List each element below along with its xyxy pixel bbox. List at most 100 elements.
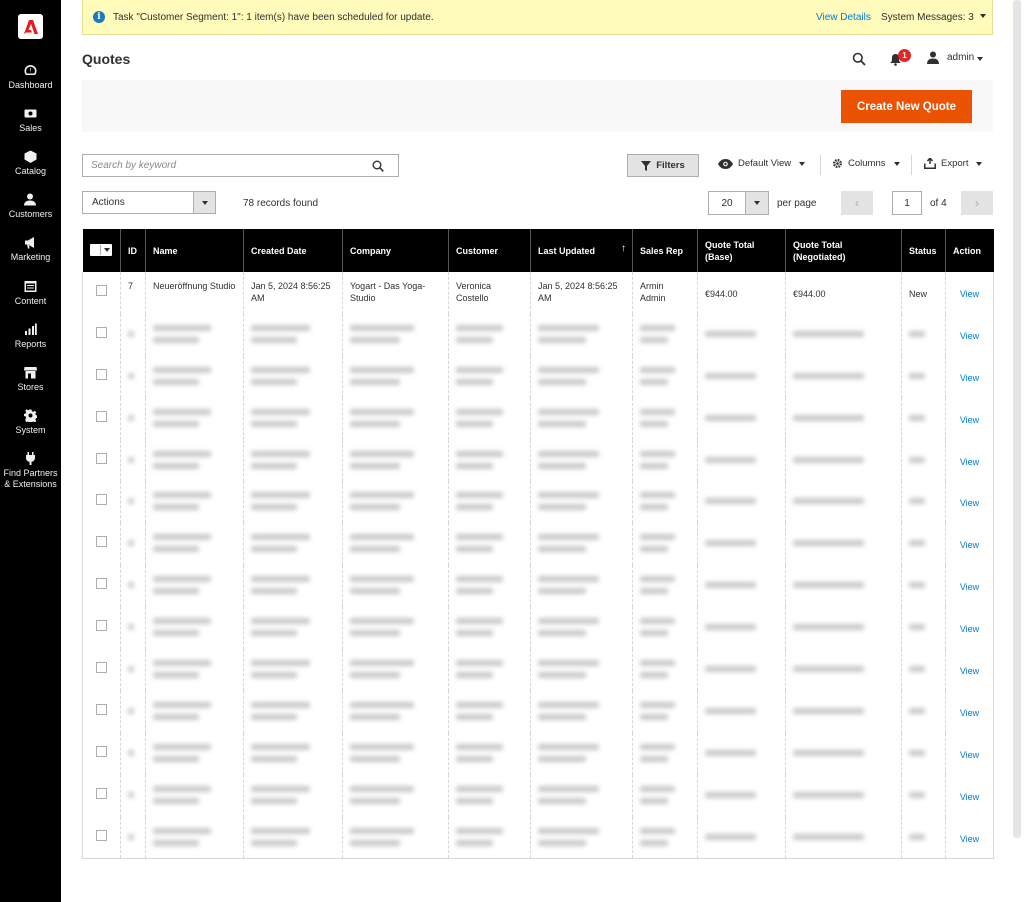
obscured-text: [909, 624, 925, 631]
cell-customer: [448, 816, 531, 859]
row-checkbox[interactable]: [96, 536, 107, 548]
obscured-text: [153, 366, 212, 373]
row-checkbox-cell: [82, 565, 121, 608]
system-messages-toggle[interactable]: System Messages: 3: [881, 12, 974, 23]
admin-user-menu[interactable]: admin: [947, 52, 974, 63]
row-checkbox[interactable]: [96, 787, 107, 799]
row-checkbox[interactable]: [96, 285, 107, 296]
export-dropdown[interactable]: Export: [924, 158, 983, 169]
sidebar-item-catalog[interactable]: Catalog: [0, 150, 61, 177]
columns-dropdown[interactable]: Columns: [832, 158, 900, 169]
column-header-action: Action: [945, 229, 994, 272]
row-checkbox[interactable]: [96, 494, 107, 506]
view-link[interactable]: View: [960, 665, 979, 677]
cell-sales-rep: [632, 313, 698, 356]
chevron-down-icon[interactable]: [977, 57, 983, 61]
obscured-text: [350, 408, 414, 415]
chevron-down-icon[interactable]: [193, 192, 215, 213]
view-link[interactable]: View: [960, 288, 979, 300]
obscured-text: [640, 366, 675, 373]
view-link[interactable]: View: [960, 707, 979, 719]
quote-total-base-value: €944.00: [705, 289, 738, 299]
sidebar-item-reports[interactable]: Reports: [0, 323, 61, 350]
column-header-quote-total-negotiated[interactable]: Quote Total (Negotiated): [785, 229, 902, 272]
mass-actions-select[interactable]: Actions: [82, 191, 216, 214]
view-link[interactable]: View: [960, 372, 979, 384]
view-link[interactable]: View: [960, 497, 979, 509]
column-header-status[interactable]: Status: [901, 229, 946, 272]
table-row: View: [82, 397, 994, 440]
search-input[interactable]: [83, 155, 363, 176]
view-link[interactable]: View: [960, 833, 979, 845]
sidebar-item-content[interactable]: Content: [0, 280, 61, 307]
sidebar-item-stores[interactable]: Stores: [0, 366, 61, 393]
sidebar-item-find[interactable]: Find Partners & Extensions: [0, 452, 61, 490]
row-checkbox[interactable]: [96, 578, 107, 590]
cell-sales-rep: [632, 774, 698, 817]
page-scrollbar[interactable]: [1013, 0, 1021, 838]
column-header-quote-total-base[interactable]: Quote Total (Base): [697, 229, 786, 272]
row-checkbox[interactable]: [96, 703, 107, 715]
obscured-text: [909, 372, 925, 379]
cell-company: Yogart - Das Yoga-Studio: [342, 272, 449, 314]
row-checkbox[interactable]: [96, 368, 107, 380]
obscured-text: [705, 666, 757, 673]
row-checkbox[interactable]: [96, 410, 107, 422]
row-checkbox[interactable]: [96, 662, 107, 674]
obscured-text: [640, 450, 675, 457]
view-link[interactable]: View: [960, 539, 979, 551]
cell-created-date: Jan 5, 2024 8:56:25 AM: [243, 272, 343, 314]
cell-company: [342, 523, 449, 566]
column-header-id[interactable]: ID: [120, 229, 146, 272]
sidebar-item-system[interactable]: System: [0, 409, 61, 436]
column-header-name[interactable]: Name: [145, 229, 244, 272]
page-number-input[interactable]: 1: [892, 191, 922, 215]
filters-button[interactable]: Filters: [627, 154, 699, 177]
obscured-text: [456, 576, 503, 583]
column-header-company[interactable]: Company: [342, 229, 449, 272]
next-page-button[interactable]: ›: [961, 191, 993, 215]
obscured-text: [153, 546, 199, 553]
view-link[interactable]: View: [960, 581, 979, 593]
sidebar-item-marketing[interactable]: Marketing: [0, 236, 61, 263]
search-icon[interactable]: [372, 160, 384, 172]
obscured-text: [350, 701, 414, 708]
mass-select-header[interactable]: [82, 229, 121, 272]
view-link[interactable]: View: [960, 749, 979, 761]
row-checkbox[interactable]: [96, 326, 107, 338]
view-link[interactable]: View: [960, 456, 979, 468]
obscured-text: [640, 324, 675, 331]
adobe-logo-icon[interactable]: [18, 14, 43, 39]
column-header-last-updated[interactable]: Last Updated ↑: [530, 229, 633, 272]
view-link[interactable]: View: [960, 791, 979, 803]
user-icon[interactable]: [927, 51, 939, 64]
sidebar-item-sales[interactable]: Sales: [0, 107, 61, 134]
row-checkbox[interactable]: [96, 745, 107, 757]
obscured-text: [456, 827, 503, 834]
chevron-down-icon[interactable]: [980, 14, 986, 18]
row-checkbox[interactable]: [96, 620, 107, 632]
obscured-text: [456, 420, 493, 427]
view-details-link[interactable]: View Details: [816, 12, 871, 23]
column-header-created-date[interactable]: Created Date: [243, 229, 343, 272]
cell-name: [145, 397, 244, 440]
create-new-quote-button[interactable]: Create New Quote: [841, 90, 972, 123]
column-header-sales-rep[interactable]: Sales Rep: [632, 229, 698, 272]
row-checkbox[interactable]: [96, 829, 107, 841]
column-header-customer[interactable]: Customer: [448, 229, 531, 272]
obscured-text: [793, 372, 864, 379]
view-link[interactable]: View: [960, 623, 979, 635]
per-page-toggle[interactable]: [746, 191, 769, 215]
default-view-dropdown[interactable]: Default View: [718, 158, 806, 169]
obscured-text: [251, 660, 310, 667]
mass-select-checkbox[interactable]: [89, 243, 112, 256]
view-link[interactable]: View: [960, 414, 979, 426]
obscured-text: [538, 408, 599, 415]
search-icon[interactable]: [852, 52, 866, 66]
previous-page-button[interactable]: ‹: [841, 191, 873, 215]
sidebar-item-dashboard[interactable]: Dashboard: [0, 64, 61, 91]
row-checkbox[interactable]: [96, 452, 107, 464]
per-page-value[interactable]: 20: [708, 191, 746, 215]
sidebar-item-customers[interactable]: Customers: [0, 193, 61, 220]
view-link[interactable]: View: [960, 330, 979, 342]
